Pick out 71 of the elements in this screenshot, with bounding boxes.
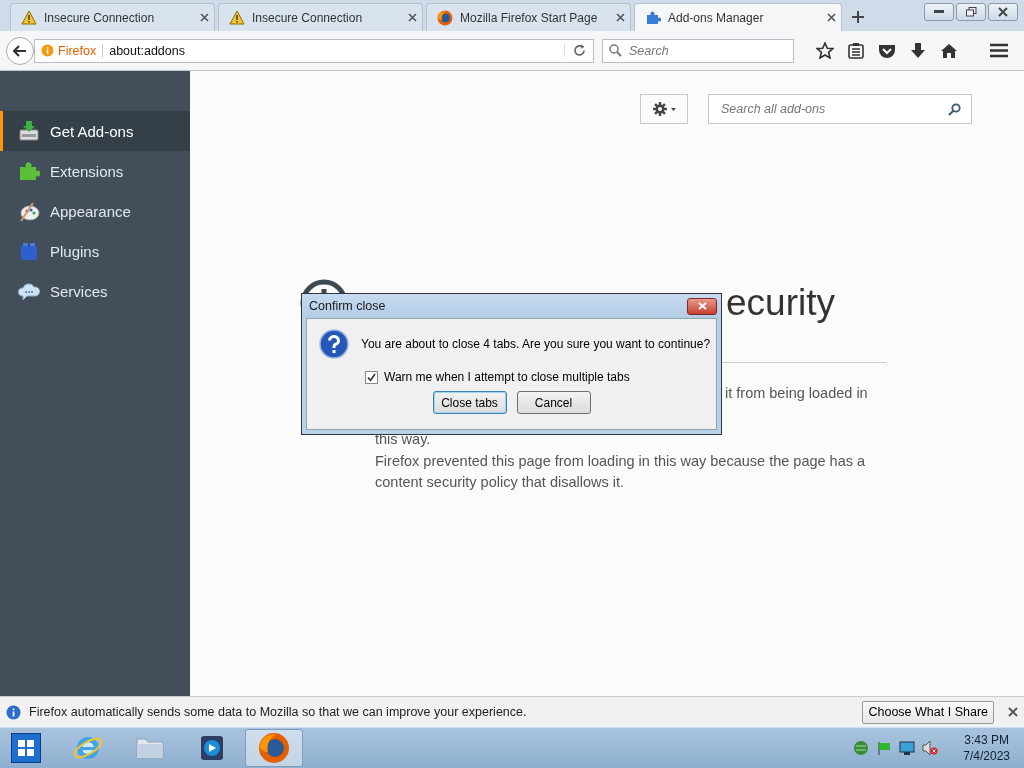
puzzle-icon bbox=[645, 9, 661, 26]
close-tab-icon[interactable] bbox=[826, 12, 836, 23]
info-icon bbox=[41, 44, 54, 57]
brick-icon bbox=[18, 240, 40, 262]
search-icon bbox=[609, 44, 622, 57]
dialog-title: Confirm close bbox=[309, 299, 386, 313]
muted-speaker-icon[interactable] bbox=[922, 740, 939, 756]
search-icon bbox=[948, 102, 961, 116]
sidebar-item[interactable]: Extensions bbox=[0, 151, 190, 191]
start-button[interactable] bbox=[11, 733, 41, 763]
puzzle-icon bbox=[18, 160, 40, 182]
warning-icon bbox=[229, 10, 245, 25]
close-tab-icon[interactable] bbox=[615, 12, 625, 23]
search-field[interactable]: Search all add-ons bbox=[708, 94, 972, 124]
checkbox-label: Warn me when I attempt to close multiple tabs bbox=[384, 370, 630, 384]
close-icon[interactable] bbox=[1008, 707, 1018, 717]
caret-icon bbox=[670, 107, 676, 111]
back-arrow-icon bbox=[13, 44, 27, 57]
dialog-button[interactable]: Close tabs bbox=[432, 391, 507, 414]
star-icon[interactable] bbox=[816, 42, 834, 59]
pocket-icon[interactable] bbox=[878, 42, 896, 59]
warning-icon bbox=[21, 10, 37, 25]
address-bar[interactable]: Firefox about:addons bbox=[34, 38, 594, 63]
info-icon bbox=[6, 704, 21, 720]
sidebar-item[interactable]: Get Add-ons bbox=[0, 111, 190, 151]
close-tab-icon[interactable] bbox=[199, 12, 209, 23]
question-icon bbox=[319, 329, 349, 359]
close-button[interactable] bbox=[687, 297, 717, 315]
download-tray-icon bbox=[18, 120, 40, 142]
reload-icon[interactable] bbox=[572, 44, 586, 57]
dialog-button[interactable]: Cancel bbox=[516, 391, 591, 414]
tools-menu-button[interactable] bbox=[640, 94, 688, 124]
search-input[interactable]: Search all add-ons bbox=[719, 101, 948, 117]
close-icon bbox=[697, 302, 707, 310]
checkbox[interactable] bbox=[365, 370, 378, 384]
restore-icon[interactable] bbox=[956, 3, 986, 21]
browser-tab[interactable]: Mozilla Firefox Start Page bbox=[426, 3, 631, 31]
notification-button[interactable]: Choose What I Share bbox=[862, 700, 994, 724]
clock-date: 7/4/2023 bbox=[963, 748, 1010, 764]
search-input[interactable]: Search bbox=[627, 42, 791, 59]
dialog-message: You are about to close 4 tabs. Are you sure you want to continue? bbox=[361, 337, 711, 351]
close-tab-icon[interactable] bbox=[407, 12, 417, 23]
minimize-icon[interactable] bbox=[924, 3, 954, 21]
back-button[interactable] bbox=[6, 36, 34, 65]
sidebar-item[interactable]: Plugins bbox=[0, 231, 190, 271]
gear-icon bbox=[652, 102, 667, 116]
sidebar-item[interactable]: Appearance bbox=[0, 191, 190, 231]
menu-icon[interactable] bbox=[990, 43, 1008, 58]
browser-tab[interactable]: Add-ons Manager bbox=[634, 3, 842, 31]
sidebar-item[interactable]: Services bbox=[0, 271, 190, 311]
notification-message: Firefox automatically sends some data to Mozilla so that we can improve your experience. bbox=[29, 705, 528, 719]
clock-time: 3:43 PM bbox=[964, 732, 1009, 748]
taskbar-app[interactable] bbox=[245, 729, 303, 767]
firefox-icon bbox=[437, 9, 453, 26]
download-icon[interactable] bbox=[910, 42, 926, 59]
firefox-icon bbox=[258, 732, 290, 764]
search-field[interactable]: Search bbox=[602, 38, 794, 63]
speech-cloud-icon bbox=[18, 280, 40, 302]
error-text: Firefox prevented this page from loading in this way because the page has a content security policy that disallows it. bbox=[375, 452, 867, 492]
identity-label[interactable]: Firefox bbox=[41, 43, 104, 58]
error-text: it from being loaded in bbox=[725, 385, 868, 401]
windows-logo-icon bbox=[18, 740, 34, 756]
browser-tab[interactable]: Insecure Connection bbox=[218, 3, 423, 31]
palette-icon bbox=[18, 200, 40, 222]
browser-tab[interactable]: Insecure Connection bbox=[10, 3, 215, 31]
error-heading: ecurity bbox=[726, 282, 835, 324]
url-text: about:addons bbox=[109, 43, 186, 58]
close-icon[interactable] bbox=[988, 3, 1018, 21]
home-icon[interactable] bbox=[940, 42, 958, 59]
error-text: this way. bbox=[375, 431, 431, 447]
reading-list-icon[interactable] bbox=[848, 42, 864, 59]
